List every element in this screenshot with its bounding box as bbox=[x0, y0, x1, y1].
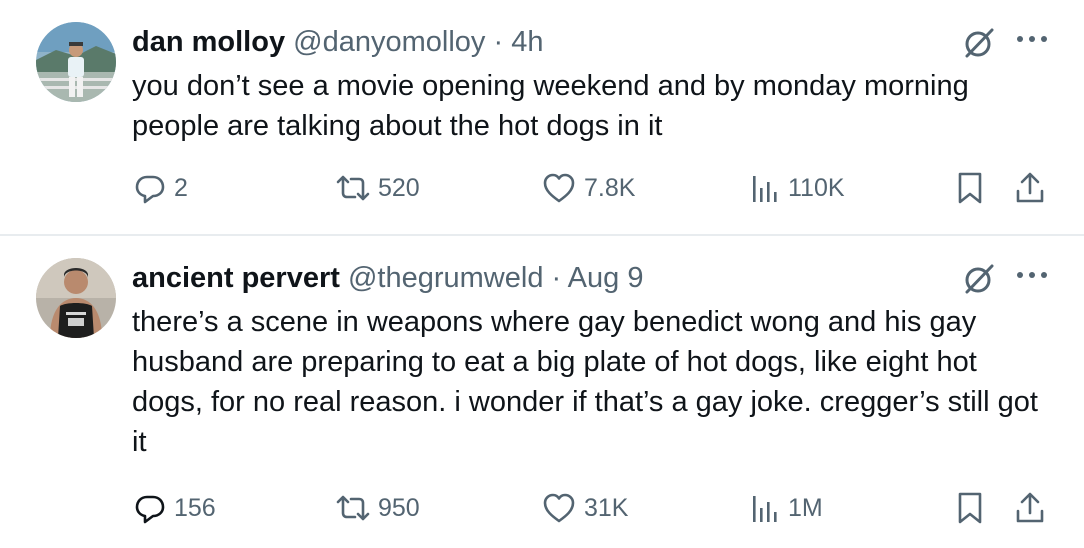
tweet-text: there’s a scene in weapons where gay ben… bbox=[132, 306, 1038, 458]
tweet-header: ancient pervert @thegrumweld · Aug 9 bbox=[132, 260, 643, 296]
username-handle[interactable]: @thegrumweld bbox=[348, 262, 543, 294]
views-icon bbox=[753, 176, 777, 202]
bookmark-button[interactable] bbox=[956, 488, 984, 528]
tweet-actions: 156 950 31K 1M bbox=[0, 488, 1084, 528]
timestamp[interactable]: 4h bbox=[511, 26, 543, 58]
tweet-header: dan molloy @danyomolloy · 4h bbox=[132, 24, 543, 60]
views-button[interactable]: 110K bbox=[750, 168, 845, 208]
retweet-button[interactable]: 950 bbox=[336, 488, 420, 528]
reply-icon bbox=[135, 175, 165, 204]
heart-icon bbox=[543, 173, 575, 203]
views-button[interactable]: 1M bbox=[750, 488, 823, 528]
display-name[interactable]: ancient pervert bbox=[132, 262, 340, 294]
bookmark-button[interactable] bbox=[956, 168, 984, 208]
reply-button[interactable]: 2 bbox=[134, 168, 188, 208]
like-button[interactable]: 31K bbox=[542, 488, 628, 528]
retweet-count: 520 bbox=[378, 173, 420, 202]
like-count: 7.8K bbox=[584, 173, 636, 202]
reply-button[interactable]: 156 bbox=[134, 488, 216, 528]
display-name[interactable]: dan molloy bbox=[132, 26, 285, 58]
like-count: 31K bbox=[584, 493, 629, 522]
bookmark-icon bbox=[958, 492, 982, 524]
share-button[interactable] bbox=[1014, 488, 1046, 528]
bookmark-icon bbox=[958, 172, 982, 204]
heart-icon bbox=[543, 493, 575, 523]
avatar[interactable] bbox=[36, 258, 116, 338]
retweet-icon bbox=[336, 175, 370, 201]
tweet-text: you don’t see a movie opening weekend an… bbox=[132, 70, 969, 142]
grok-icon[interactable] bbox=[962, 262, 996, 296]
reply-count: 156 bbox=[174, 493, 216, 522]
like-button[interactable]: 7.8K bbox=[542, 168, 635, 208]
share-icon bbox=[1016, 172, 1044, 203]
tweet[interactable]: dan molloy @danyomolloy · 4h you don’t s… bbox=[0, 0, 1084, 234]
views-count: 1M bbox=[788, 493, 823, 522]
share-icon bbox=[1016, 492, 1044, 523]
reply-count: 2 bbox=[174, 173, 188, 202]
views-icon bbox=[753, 496, 777, 522]
reply-icon bbox=[135, 495, 165, 524]
retweet-icon bbox=[336, 495, 370, 521]
more-icon[interactable] bbox=[1012, 260, 1052, 290]
tweet[interactable]: ancient pervert @thegrumweld · Aug 9 the… bbox=[0, 236, 1084, 548]
separator-dot: · bbox=[551, 262, 562, 294]
avatar[interactable] bbox=[36, 22, 116, 102]
grok-icon[interactable] bbox=[962, 26, 996, 60]
username-handle[interactable]: @danyomolloy bbox=[293, 26, 485, 58]
share-button[interactable] bbox=[1014, 168, 1046, 208]
more-icon[interactable] bbox=[1012, 24, 1052, 54]
timestamp[interactable]: Aug 9 bbox=[568, 262, 644, 294]
tweet-actions: 2 520 7.8K 110K bbox=[0, 168, 1084, 208]
retweet-count: 950 bbox=[378, 493, 420, 522]
separator-dot: · bbox=[493, 26, 504, 58]
retweet-button[interactable]: 520 bbox=[336, 168, 420, 208]
views-count: 110K bbox=[788, 173, 845, 202]
